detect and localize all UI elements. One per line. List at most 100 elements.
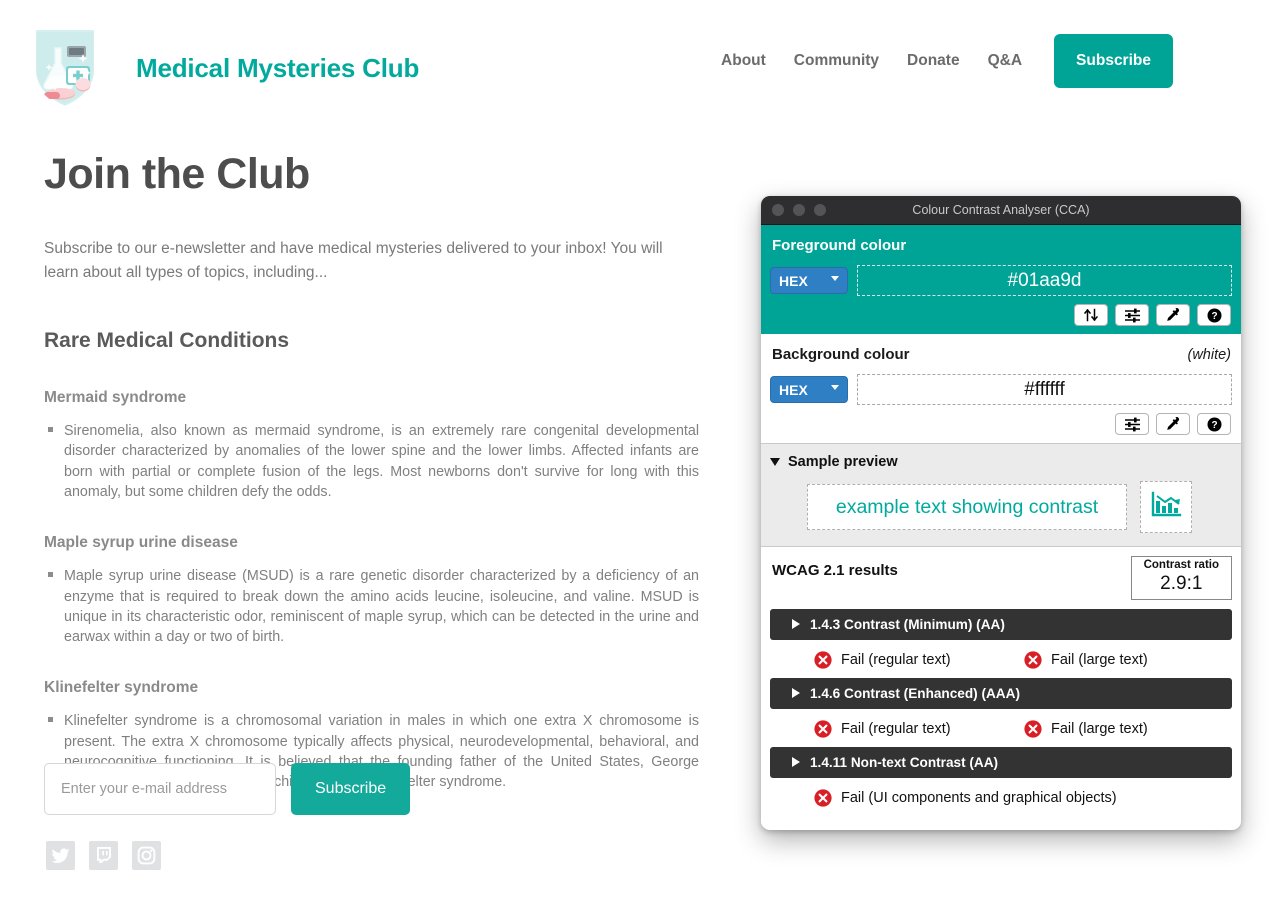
result-large-text: Fail (large text): [1024, 651, 1148, 669]
background-colour-row: HEX: [770, 374, 1232, 405]
bullet-marker: [48, 717, 53, 723]
nav-link-donate[interactable]: Donate: [893, 47, 974, 75]
condition-item: Maple syrup urine disease Maple syrup ur…: [44, 534, 704, 647]
foreground-format-select[interactable]: HEX: [770, 267, 848, 294]
declining-bar-chart-icon: [1149, 489, 1183, 526]
background-colour-label: Background colour: [772, 346, 910, 363]
background-colour-panel: Background colour (white) HEX #ffffff ?: [761, 334, 1241, 444]
fail-icon: [814, 789, 832, 807]
wcag-results-head: WCAG 2.1 results Contrast ratio 2.9:1: [770, 556, 1232, 600]
condition-body-text: Maple syrup urine disease (MSUD) is a ra…: [64, 568, 699, 646]
nav-link-community[interactable]: Community: [780, 47, 893, 75]
social-links: [46, 841, 161, 870]
brand[interactable]: Medical Mysteries Club: [28, 22, 419, 114]
foreground-format-select-wrap[interactable]: HEX: [770, 267, 848, 294]
minimize-window-button[interactable]: [793, 204, 805, 216]
foreground-panel-head: Foreground colour: [770, 237, 1232, 254]
close-window-button[interactable]: [772, 204, 784, 216]
sample-preview-panel: Sample preview example text showing cont…: [761, 444, 1241, 547]
twitter-icon[interactable]: [46, 841, 75, 870]
criterion-label: 1.4.6 Contrast (Enhanced) (AAA): [810, 685, 1020, 701]
twitch-icon[interactable]: [89, 841, 118, 870]
criterion-label: 1.4.11 Non-text Contrast (AA): [810, 754, 999, 770]
fail-icon: [814, 720, 832, 738]
sample-graphic-preview: [1140, 481, 1192, 533]
sliders-icon[interactable]: [1115, 304, 1149, 326]
wcag-results-panel: WCAG 2.1 results Contrast ratio 2.9:1 1.…: [761, 547, 1241, 826]
page-title: Join the Club: [44, 150, 310, 198]
bullet-marker: [48, 427, 53, 433]
nav-link-about[interactable]: About: [707, 47, 780, 75]
cca-titlebar[interactable]: Colour Contrast Analyser (CCA): [761, 196, 1241, 225]
help-icon[interactable]: ?: [1197, 304, 1231, 326]
background-format-select-wrap[interactable]: HEX: [770, 376, 848, 403]
foreground-colour-row: HEX: [770, 265, 1232, 296]
criterion-results-1411: Fail (UI components and graphical object…: [770, 789, 1232, 807]
help-icon[interactable]: ?: [1197, 413, 1231, 435]
cca-window: Colour Contrast Analyser (CCA) Foregroun…: [761, 196, 1241, 830]
background-icon-row: ?: [770, 413, 1232, 435]
subscribe-form: Subscribe: [44, 763, 411, 815]
sliders-icon[interactable]: [1115, 413, 1149, 435]
svg-text:?: ?: [1211, 311, 1217, 322]
criterion-row-1411[interactable]: 1.4.11 Non-text Contrast (AA): [770, 746, 1232, 778]
criterion-row-146[interactable]: 1.4.6 Contrast (Enhanced) (AAA): [770, 677, 1232, 709]
wcag-results-title: WCAG 2.1 results: [772, 562, 898, 579]
foreground-colour-panel: Foreground colour HEX #01aa9d ?: [761, 225, 1241, 334]
criterion-results-146: Fail (regular text) Fail (large text): [770, 720, 1232, 738]
foreground-colour-label: Foreground colour: [772, 237, 907, 254]
result-ui-components: Fail (UI components and graphical object…: [814, 789, 1117, 807]
swap-colours-icon[interactable]: [1074, 304, 1108, 326]
brand-name: Medical Mysteries Club: [136, 52, 420, 83]
condition-title: Maple syrup urine disease: [44, 534, 238, 552]
triangle-down-icon: [770, 458, 780, 466]
sample-preview-row: example text showing contrast: [770, 481, 1232, 533]
triangle-right-icon: [792, 619, 800, 630]
background-hex-input[interactable]: [857, 374, 1232, 405]
background-format-select[interactable]: HEX: [770, 376, 848, 403]
main-nav: About Community Donate Q&A Subscribe: [707, 34, 1173, 88]
eyedropper-icon[interactable]: [1156, 304, 1190, 326]
result-regular-text: Fail (regular text): [814, 651, 1024, 669]
nav-link-qa[interactable]: Q&A: [974, 47, 1036, 75]
foreground-hex-input[interactable]: [857, 265, 1232, 296]
result-large-text: Fail (large text): [1024, 720, 1148, 738]
sample-text-preview: example text showing contrast: [807, 484, 1127, 530]
criterion-results-143: Fail (regular text) Fail (large text): [770, 651, 1232, 669]
contrast-ratio-value: 2.9:1: [1160, 572, 1203, 594]
email-input[interactable]: [44, 763, 276, 815]
triangle-right-icon: [792, 688, 800, 699]
criterion-row-143[interactable]: 1.4.3 Contrast (Minimum) (AA): [770, 608, 1232, 640]
bullet-marker: [48, 572, 53, 578]
contrast-ratio-label: Contrast ratio: [1143, 559, 1219, 571]
subscribe-header-button[interactable]: Subscribe: [1054, 34, 1173, 88]
eyedropper-icon[interactable]: [1156, 413, 1190, 435]
background-panel-head: Background colour (white): [770, 346, 1232, 363]
condition-title: Mermaid syndrome: [44, 389, 187, 407]
foreground-icon-row: ?: [770, 304, 1232, 326]
fail-icon: [1024, 651, 1042, 669]
sample-preview-disclosure[interactable]: Sample preview: [770, 454, 1232, 470]
result-regular-text: Fail (regular text): [814, 720, 1024, 738]
result-status: Fail (UI components and graphical object…: [841, 789, 1117, 806]
criterion-label: 1.4.3 Contrast (Minimum) (AA): [810, 616, 1005, 632]
condition-body-text: Sirenomelia, also known as mermaid syndr…: [64, 423, 699, 500]
medical-shield-logo-icon: [28, 22, 102, 114]
result-status: Fail (regular text): [841, 651, 951, 668]
condition-item: Mermaid syndrome Sirenomelia, also known…: [44, 389, 704, 502]
maximize-window-button[interactable]: [814, 204, 826, 216]
result-status: Fail (regular text): [841, 720, 951, 737]
site-header: Medical Mysteries Club About Community D…: [0, 0, 1275, 124]
cca-window-title: Colour Contrast Analyser (CCA): [912, 203, 1090, 217]
subscribe-submit-button[interactable]: Subscribe: [291, 763, 411, 815]
instagram-icon[interactable]: [132, 841, 161, 870]
window-controls[interactable]: [772, 204, 826, 216]
contrast-ratio-box: Contrast ratio 2.9:1: [1130, 556, 1232, 600]
condition-title: Klinefelter syndrome: [44, 679, 199, 697]
condition-body: Maple syrup urine disease (MSUD) is a ra…: [44, 566, 699, 647]
intro-paragraph: Subscribe to our e-newsletter and have m…: [44, 240, 663, 282]
fail-icon: [814, 651, 832, 669]
sample-preview-label: Sample preview: [788, 454, 898, 470]
svg-text:?: ?: [1211, 420, 1217, 431]
triangle-right-icon: [792, 757, 800, 768]
